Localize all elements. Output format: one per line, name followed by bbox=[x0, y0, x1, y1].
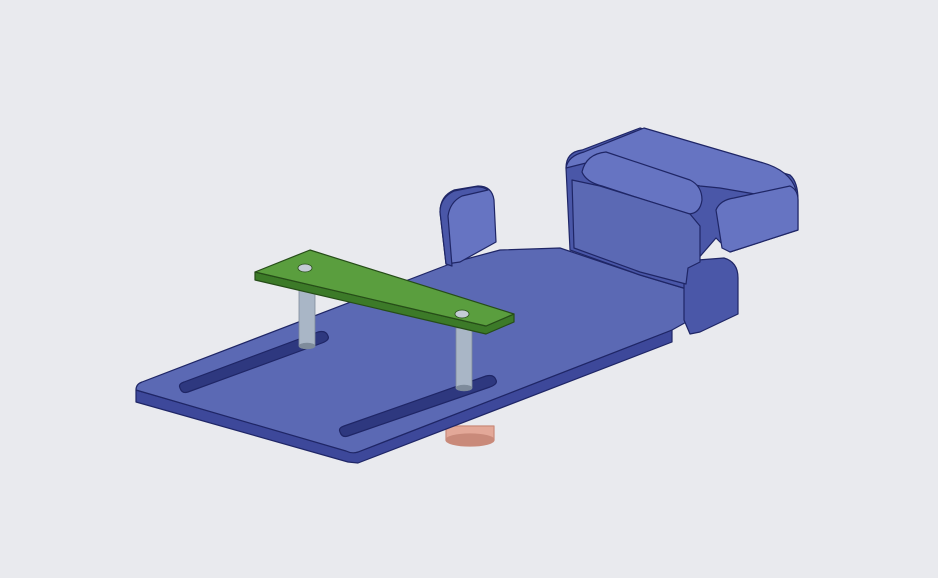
pin-bottom-face bbox=[445, 433, 495, 447]
pin-bottom[interactable] bbox=[445, 425, 495, 447]
standoff-right[interactable] bbox=[455, 327, 473, 392]
standoff-right-body bbox=[455, 327, 473, 389]
pcb-hole-right bbox=[454, 309, 470, 319]
standoff-left-base bbox=[298, 342, 316, 350]
standoff-right-base bbox=[455, 384, 473, 392]
base-plate[interactable] bbox=[135, 247, 691, 464]
cad-model-scene[interactable] bbox=[0, 0, 938, 578]
standoff-left[interactable] bbox=[298, 289, 316, 350]
standoff-left-body bbox=[298, 289, 316, 347]
pcb-hole-left bbox=[297, 263, 313, 273]
clamp-lower-block bbox=[683, 257, 739, 335]
cad-viewport[interactable] bbox=[0, 0, 938, 578]
